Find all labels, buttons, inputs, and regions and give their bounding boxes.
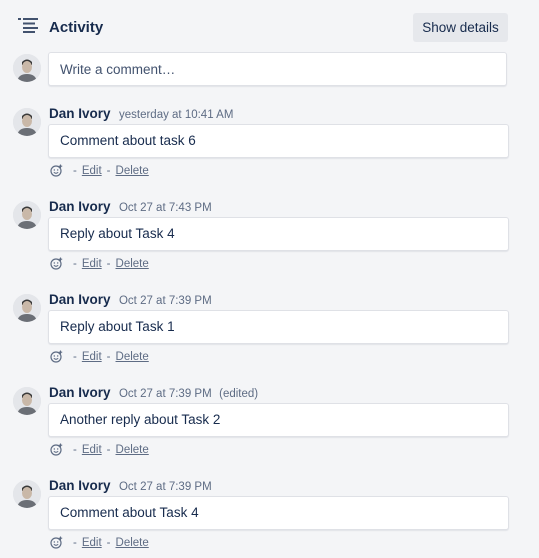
comment-author[interactable]: Dan Ivory <box>49 106 111 121</box>
comment-edited-label: (edited) <box>219 388 259 400</box>
separator: - <box>73 443 77 456</box>
author-avatar[interactable] <box>13 108 41 136</box>
delete-link[interactable]: Delete <box>116 165 149 177</box>
comment-timestamp[interactable]: yesterday at 10:41 AM <box>119 109 233 121</box>
add-reaction-icon[interactable] <box>50 164 63 177</box>
delete-link[interactable]: Delete <box>116 258 149 270</box>
author-avatar[interactable] <box>13 201 41 229</box>
comment-body[interactable]: Reply about Task 4 <box>48 217 509 251</box>
comment-author[interactable]: Dan Ivory <box>49 478 111 493</box>
comment-item: Dan Ivory Oct 27 at 7:39 PM Reply about … <box>0 286 539 379</box>
comment-author[interactable]: Dan Ivory <box>49 292 111 307</box>
separator: - <box>106 443 111 456</box>
comment-body[interactable]: Reply about Task 1 <box>48 310 509 344</box>
comment-body[interactable]: Comment about Task 4 <box>48 496 509 530</box>
comment-meta: Dan Ivory yesterday at 10:41 AM <box>49 105 236 123</box>
delete-link[interactable]: Delete <box>116 444 149 456</box>
add-reaction-icon[interactable] <box>50 350 63 363</box>
edit-link[interactable]: Edit <box>82 165 102 177</box>
comment-actions: - Edit - Delete <box>50 350 149 363</box>
separator: - <box>73 350 77 363</box>
comment-item: Dan Ivory yesterday at 10:41 AM Comment … <box>0 100 539 193</box>
separator: - <box>106 536 111 549</box>
separator: - <box>73 164 77 177</box>
comment-body[interactable]: Another reply about Task 2 <box>48 403 509 437</box>
separator: - <box>106 164 111 177</box>
comment-meta: Dan Ivory Oct 27 at 7:39 PM <box>49 477 215 495</box>
comment-actions: - Edit - Delete <box>50 443 149 456</box>
comment-timestamp[interactable]: Oct 27 at 7:39 PM <box>119 481 212 493</box>
author-avatar[interactable] <box>13 480 41 508</box>
comment-meta: Dan Ivory Oct 27 at 7:39 PM (edited) <box>49 384 258 402</box>
separator: - <box>106 350 111 363</box>
edit-link[interactable]: Edit <box>82 444 102 456</box>
comment-item: Dan Ivory Oct 27 at 7:43 PM Reply about … <box>0 193 539 286</box>
activity-header: Activity Show details <box>0 0 539 50</box>
write-comment-input[interactable] <box>48 52 507 86</box>
author-avatar[interactable] <box>13 387 41 415</box>
edit-link[interactable]: Edit <box>82 351 102 363</box>
comment-meta: Dan Ivory Oct 27 at 7:43 PM <box>49 198 215 216</box>
comment-item: Dan Ivory Oct 27 at 7:39 PM (edited) Ano… <box>0 379 539 472</box>
edit-link[interactable]: Edit <box>82 258 102 270</box>
comment-actions: - Edit - Delete <box>50 164 149 177</box>
add-reaction-icon[interactable] <box>50 443 63 456</box>
comment-body[interactable]: Comment about task 6 <box>48 124 509 158</box>
author-avatar[interactable] <box>13 294 41 322</box>
comment-actions: - Edit - Delete <box>50 536 149 549</box>
comment-author[interactable]: Dan Ivory <box>49 199 111 214</box>
comment-timestamp[interactable]: Oct 27 at 7:39 PM <box>119 388 212 400</box>
separator: - <box>73 536 77 549</box>
separator: - <box>73 257 77 270</box>
activity-list-icon <box>18 18 38 33</box>
add-reaction-icon[interactable] <box>50 257 63 270</box>
add-reaction-icon[interactable] <box>50 536 63 549</box>
comment-item: Dan Ivory Oct 27 at 7:39 PM Comment abou… <box>0 472 539 558</box>
comment-author[interactable]: Dan Ivory <box>49 385 111 400</box>
activity-title: Activity <box>49 19 104 36</box>
comment-meta: Dan Ivory Oct 27 at 7:39 PM <box>49 291 215 309</box>
comment-timestamp[interactable]: Oct 27 at 7:43 PM <box>119 202 212 214</box>
delete-link[interactable]: Delete <box>116 351 149 363</box>
delete-link[interactable]: Delete <box>116 537 149 549</box>
edit-link[interactable]: Edit <box>82 537 102 549</box>
comment-timestamp[interactable]: Oct 27 at 7:39 PM <box>119 295 212 307</box>
separator: - <box>106 257 111 270</box>
show-details-button[interactable]: Show details <box>413 13 508 42</box>
current-user-avatar[interactable] <box>13 54 41 82</box>
comment-actions: - Edit - Delete <box>50 257 149 270</box>
